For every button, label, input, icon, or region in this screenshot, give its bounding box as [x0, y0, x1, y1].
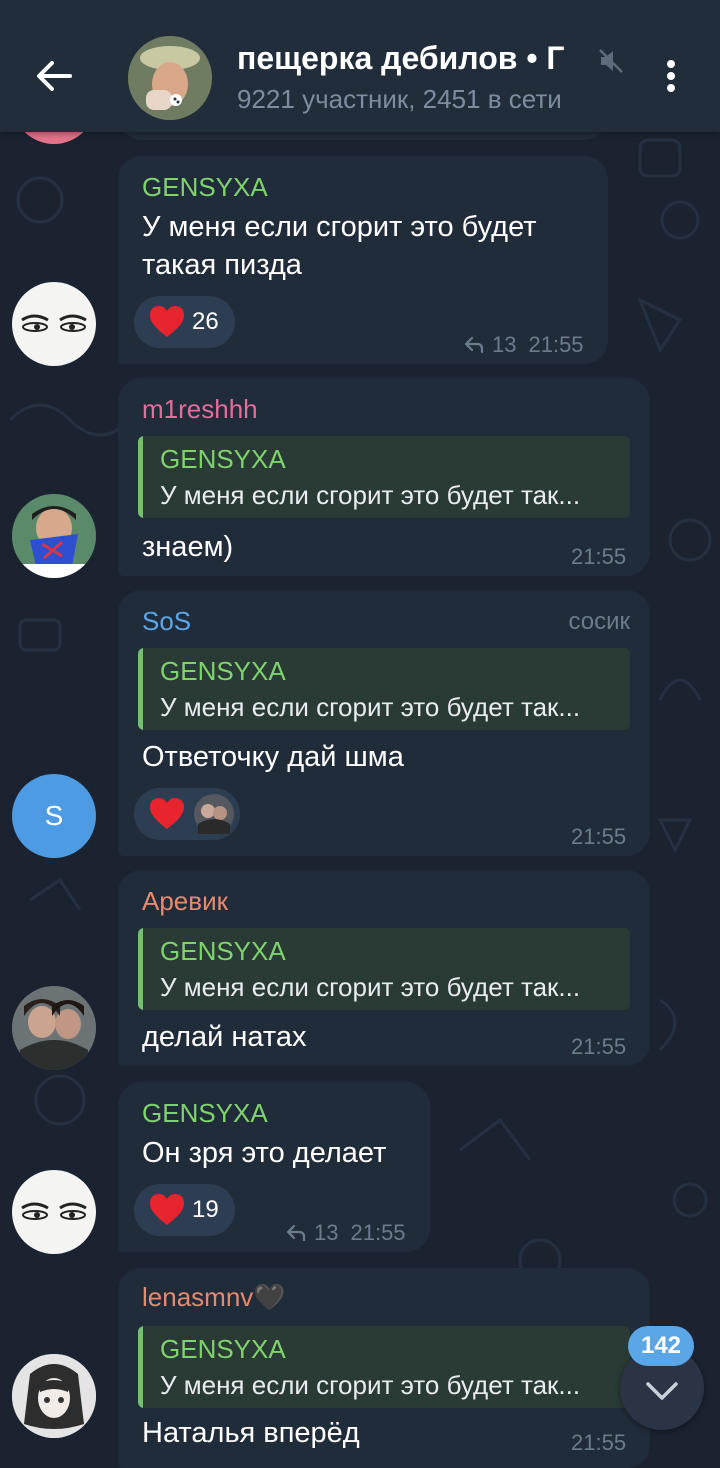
reply-quote[interactable]: GENSYXA У меня если сгорит это будет так…: [138, 436, 630, 518]
reply-quote-sender: GENSYXA: [160, 1334, 286, 1364]
message-text: Наталья вперёд: [142, 1417, 360, 1449]
reply-count: 13: [492, 332, 517, 357]
reply-quote-text: У меня если сгорит это будет так...: [160, 972, 581, 1002]
more-menu-icon[interactable]: [656, 56, 686, 100]
message-time: 21:55: [571, 1430, 627, 1455]
replies-counter[interactable]: 13 21:55: [286, 1220, 406, 1246]
admin-title: сосик: [568, 608, 630, 635]
message-sender[interactable]: GENSYXA: [142, 1098, 268, 1129]
reply-quote[interactable]: GENSYXA У меня если сгорит это будет так…: [138, 928, 630, 1010]
heart-icon: [150, 1194, 184, 1225]
heart-icon: [150, 798, 184, 829]
reply-quote-text: У меня если сгорит это будет так...: [160, 1370, 581, 1400]
chat-avatar[interactable]: [128, 36, 212, 120]
sender-avatar[interactable]: [12, 282, 96, 366]
chat-title[interactable]: пещерка дебилов • Г: [237, 40, 597, 77]
reply-quote-sender: GENSYXA: [160, 444, 286, 474]
message-time: 21:55: [571, 824, 627, 849]
sender-avatar[interactable]: [12, 1354, 96, 1438]
message-time: 21:55: [350, 1220, 406, 1245]
message-bubble[interactable]: m1reshhh GENSYXA У меня если сгорит это …: [118, 378, 650, 576]
sender-avatar[interactable]: [12, 1170, 96, 1254]
message-sender[interactable]: GENSYXA: [142, 172, 268, 203]
reply-quote[interactable]: GENSYXA У меня если сгорит это будет так…: [138, 1326, 630, 1408]
message-bubble[interactable]: lenasmnv🖤 GENSYXA У меня если сгорит это…: [118, 1268, 650, 1468]
message-text: Ответочку дай шма: [142, 741, 404, 773]
message-bubble[interactable]: GENSYXA У меня если сгорит это будет так…: [118, 156, 608, 364]
reply-quote-sender: GENSYXA: [160, 936, 286, 966]
message-text-line: У меня если сгорит это будет: [142, 211, 537, 243]
reaction-chip[interactable]: 19: [134, 1184, 235, 1236]
reaction-chip[interactable]: [134, 788, 240, 840]
sender-avatar[interactable]: [12, 494, 96, 578]
reply-quote-text: У меня если сгорит это будет так...: [160, 480, 581, 510]
message-text: знаем): [142, 531, 234, 563]
message-text-line: такая пизда: [142, 249, 302, 281]
message-bubble[interactable]: SoS сосик GENSYXA У меня если сгорит это…: [118, 590, 650, 856]
reaction-chip[interactable]: 26: [134, 296, 235, 348]
message-sender[interactable]: SoS: [142, 606, 191, 637]
reply-arrow-icon: [464, 336, 484, 354]
message-time: 21:55: [528, 332, 584, 357]
message-bubble[interactable]: GENSYXA Он зря это делает 19 13 21:55: [118, 1082, 430, 1252]
message-text: делай натах: [142, 1021, 307, 1053]
message-time: 21:55: [571, 544, 627, 569]
replies-counter[interactable]: 13 21:55: [464, 332, 584, 358]
message-sender[interactable]: m1reshhh: [142, 394, 258, 425]
message-sender[interactable]: Аревик: [142, 886, 228, 917]
avatar-initial: S: [44, 800, 64, 831]
reply-quote[interactable]: GENSYXA У меня если сгорит это будет так…: [138, 648, 630, 730]
reply-count: 13: [314, 1220, 339, 1245]
back-arrow-icon[interactable]: [30, 52, 78, 100]
reply-quote-sender: GENSYXA: [160, 656, 286, 686]
message-text: Он зря это делает: [142, 1137, 387, 1169]
chat-header: пещерка дебилов • Г 9221 участник, 2451 …: [0, 0, 720, 132]
reply-arrow-icon: [286, 1224, 306, 1242]
reactor-avatar: [194, 794, 234, 834]
muted-speaker-icon: [599, 49, 623, 73]
heart-icon: [150, 306, 184, 337]
unread-count-badge: 142: [628, 1326, 694, 1366]
message-time: 21:55: [571, 1034, 627, 1059]
reaction-count: 19: [192, 1196, 219, 1223]
message-text: У меня если сгорит это будет такая пизда: [142, 208, 537, 284]
sender-avatar[interactable]: [12, 986, 96, 1070]
reaction-count: 26: [192, 308, 219, 335]
sender-avatar[interactable]: S: [12, 774, 96, 858]
chat-member-count: 9221 участник, 2451 в сети: [237, 84, 562, 114]
reply-quote-text: У меня если сгорит это будет так...: [160, 692, 581, 722]
message-sender[interactable]: lenasmnv🖤: [142, 1282, 286, 1313]
message-bubble[interactable]: Аревик GENSYXA У меня если сгорит это бу…: [118, 870, 650, 1066]
